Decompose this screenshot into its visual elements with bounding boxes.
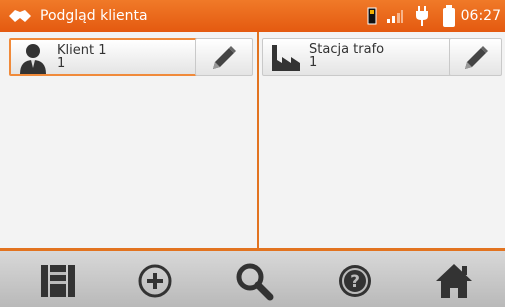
pencil-icon bbox=[465, 46, 488, 69]
factory-icon bbox=[272, 45, 300, 71]
svg-text:?: ? bbox=[350, 272, 360, 292]
person-icon bbox=[20, 44, 46, 74]
battery-icon bbox=[443, 5, 455, 27]
client-number: 1 bbox=[57, 56, 66, 71]
window-title: Podgląd klienta bbox=[40, 8, 148, 24]
home-icon bbox=[436, 264, 472, 298]
object-name: Stacja trafo bbox=[309, 42, 385, 57]
add-button[interactable] bbox=[133, 259, 177, 303]
object-number: 1 bbox=[309, 55, 318, 70]
add-icon bbox=[138, 264, 172, 298]
memory-card-icon bbox=[367, 7, 377, 25]
tree-structure-button[interactable] bbox=[36, 259, 80, 303]
object-entry[interactable]: Stacja trafo 1 bbox=[262, 38, 452, 76]
search-button[interactable] bbox=[232, 259, 276, 303]
clock: 06:27 bbox=[460, 8, 501, 24]
signal-icon bbox=[387, 10, 403, 23]
pencil-icon bbox=[213, 46, 236, 69]
search-icon bbox=[236, 263, 274, 301]
client-entry[interactable]: Klient 1 1 bbox=[9, 38, 199, 76]
title-bar: Podgląd klienta 06:27 bbox=[0, 0, 505, 32]
client-panel: Klient 1 1 bbox=[0, 32, 257, 248]
help-button[interactable]: ? bbox=[333, 259, 377, 303]
edit-object-button[interactable] bbox=[449, 38, 502, 76]
tree-structure-icon bbox=[41, 265, 75, 297]
object-panel: Stacja trafo 1 bbox=[259, 32, 505, 248]
home-button[interactable] bbox=[432, 259, 476, 303]
edit-client-button[interactable] bbox=[195, 38, 253, 76]
handshake-icon bbox=[9, 10, 31, 22]
plug-icon bbox=[416, 6, 428, 26]
bottom-toolbar: ? bbox=[0, 248, 505, 307]
help-icon: ? bbox=[339, 265, 371, 297]
